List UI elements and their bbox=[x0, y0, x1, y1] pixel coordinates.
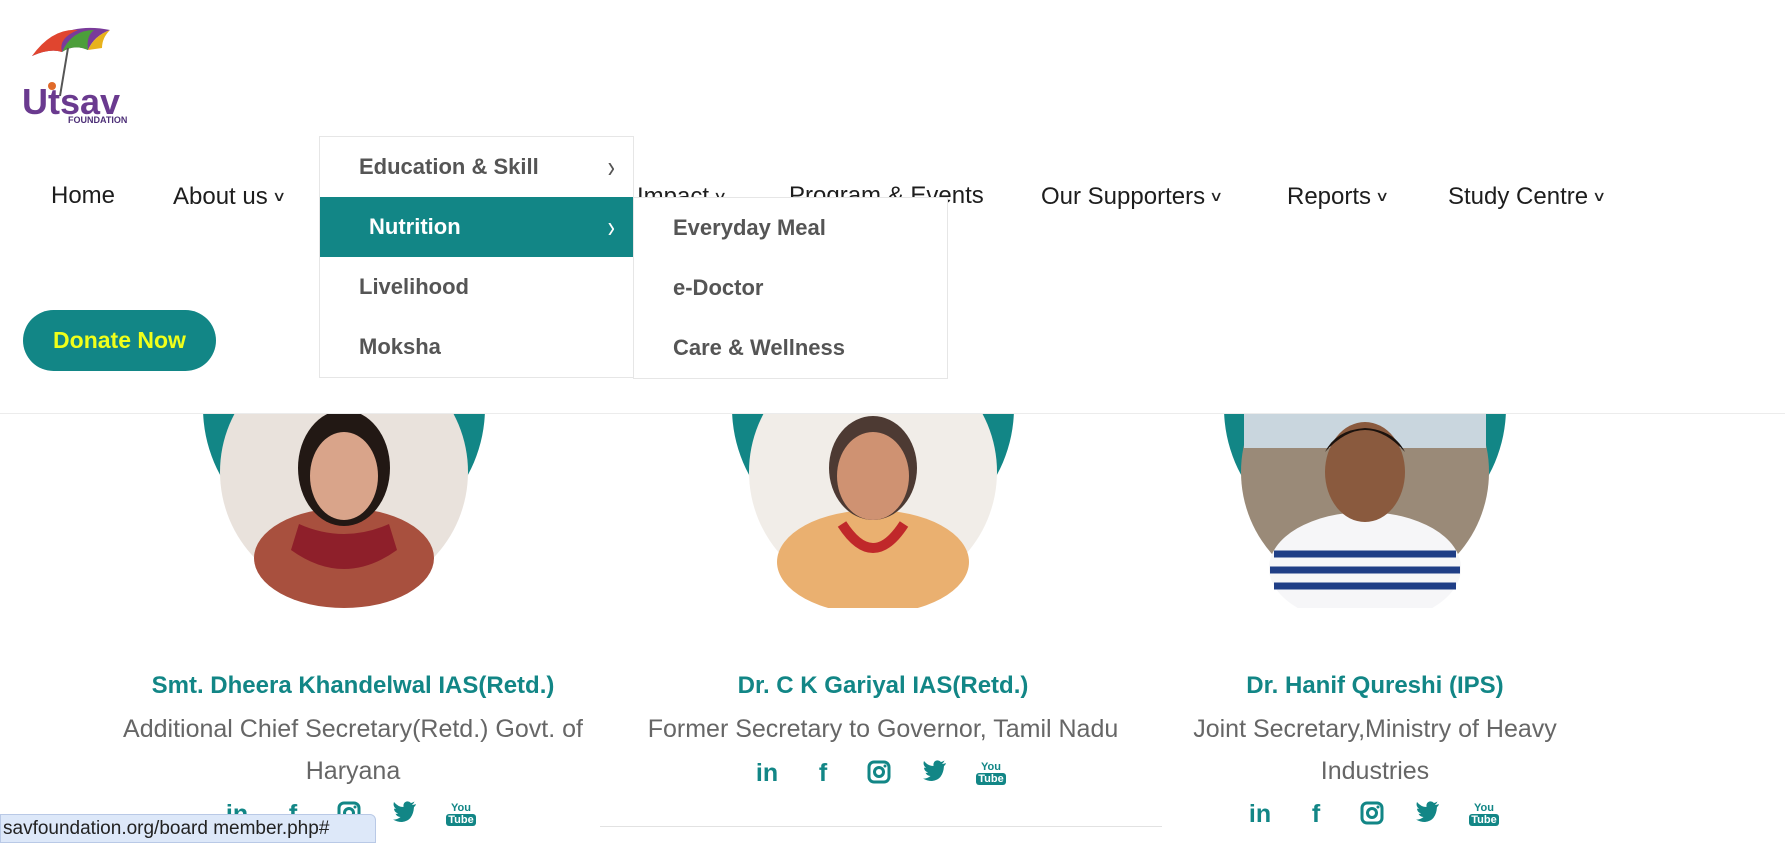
youtube-icon-text: You bbox=[1474, 802, 1494, 814]
nav-our-supporters[interactable]: Our Supporters ∨ bbox=[1041, 175, 1224, 218]
menu-item-label: Nutrition bbox=[369, 214, 461, 239]
donate-now-button[interactable]: Donate Now bbox=[23, 310, 216, 371]
section-divider bbox=[600, 826, 1162, 827]
facebook-icon[interactable]: f bbox=[1301, 799, 1331, 829]
member-role-line: Joint Secretary,Ministry of Heavy bbox=[1193, 715, 1557, 743]
facebook-icon[interactable]: f bbox=[808, 758, 838, 788]
submenu-item-care-wellness[interactable]: Care & Wellness bbox=[634, 318, 947, 378]
member-name: Dr. C K Gariyal IAS(Retd.) bbox=[737, 672, 1029, 699]
twitter-icon[interactable] bbox=[1413, 799, 1443, 829]
youtube-icon-text: Tube bbox=[976, 773, 1006, 785]
youtube-icon-text: Tube bbox=[1469, 814, 1499, 826]
nav-about-label: About us bbox=[173, 183, 268, 210]
instagram-icon[interactable] bbox=[1357, 799, 1387, 829]
member-social-links: in f YouTube bbox=[752, 758, 1022, 788]
member-photo-frame bbox=[1224, 414, 1506, 608]
member-role: Additional Chief Secretary(Retd.) Govt. … bbox=[100, 708, 606, 792]
nav-study-label: Study Centre bbox=[1448, 183, 1589, 210]
member-role: Joint Secretary,Ministry of Heavy Indust… bbox=[1142, 708, 1608, 792]
member-role: Former Secretary to Governor, Tamil Nadu bbox=[620, 708, 1146, 750]
nav-reports[interactable]: Reports ∨ bbox=[1287, 175, 1390, 218]
menu-item-label: Education & Skill bbox=[359, 154, 539, 179]
nav-supporters-label: Our Supporters bbox=[1041, 183, 1206, 210]
submenu-item-everyday-meal[interactable]: Everyday Meal bbox=[634, 198, 947, 258]
menu-item-education-skill[interactable]: Education & Skill › bbox=[320, 137, 633, 197]
youtube-icon-text: You bbox=[451, 802, 471, 814]
member-role-line: Former Secretary to Governor, Tamil Nadu bbox=[647, 715, 1119, 743]
youtube-icon-text: You bbox=[981, 761, 1001, 773]
nav-about-us[interactable]: About us ∨ bbox=[173, 175, 287, 218]
twitter-icon[interactable] bbox=[390, 799, 420, 829]
linkedin-icon[interactable]: in bbox=[1245, 799, 1275, 829]
nav-reports-label: Reports bbox=[1287, 183, 1372, 210]
member-name: Dr. Hanif Qureshi (IPS) bbox=[1246, 672, 1504, 699]
utsav-foundation-logo[interactable]: Utsav FOUNDATION bbox=[22, 22, 157, 126]
youtube-icon-text: Tube bbox=[446, 814, 476, 826]
member-role-line: Industries bbox=[1320, 757, 1430, 785]
chevron-down-icon: ∨ bbox=[271, 188, 287, 204]
nav-study-centre[interactable]: Study Centre ∨ bbox=[1448, 175, 1607, 218]
board-members-section: Smt. Dheera Khandelwal IAS(Retd.) Additi… bbox=[0, 414, 1785, 843]
menu-item-livelihood[interactable]: Livelihood bbox=[320, 257, 633, 317]
twitter-icon[interactable] bbox=[920, 758, 950, 788]
impact-dropdown-menu: Education & Skill › Nutrition › Liveliho… bbox=[319, 136, 634, 378]
nav-home[interactable]: Home bbox=[51, 175, 115, 217]
chevron-down-icon: ∨ bbox=[1209, 188, 1224, 204]
menu-item-moksha[interactable]: Moksha bbox=[320, 317, 633, 377]
member-photo-frame bbox=[203, 414, 485, 608]
member-name: Smt. Dheera Khandelwal IAS(Retd.) bbox=[151, 672, 555, 699]
menu-item-nutrition[interactable]: Nutrition › bbox=[320, 197, 633, 257]
logo-subtext: FOUNDATION bbox=[68, 115, 127, 125]
linkedin-icon[interactable]: in bbox=[752, 758, 782, 788]
nav-home-label: Home bbox=[51, 182, 116, 209]
youtube-icon[interactable]: You Tube bbox=[446, 799, 476, 829]
menu-item-label: Livelihood bbox=[359, 274, 469, 299]
youtube-icon[interactable]: You Tube bbox=[1469, 799, 1499, 829]
submenu-item-e-doctor[interactable]: e-Doctor bbox=[634, 258, 947, 318]
member-role-line: Additional Chief Secretary(Retd.) Govt. … bbox=[123, 715, 583, 743]
chevron-down-icon: ∨ bbox=[1374, 188, 1390, 204]
chevron-down-icon: ∨ bbox=[1592, 188, 1607, 204]
menu-item-label: Moksha bbox=[359, 334, 441, 359]
member-role-line: Haryana bbox=[305, 757, 401, 785]
browser-status-url: savfoundation.org/board member.php# bbox=[0, 814, 376, 843]
member-social-links: in f YouTube bbox=[1245, 799, 1515, 829]
nutrition-submenu: Everyday Meal e-Doctor Care & Wellness bbox=[633, 197, 948, 379]
member-photo-frame bbox=[732, 414, 1014, 608]
youtube-icon[interactable]: You Tube bbox=[976, 758, 1006, 788]
instagram-icon[interactable] bbox=[864, 758, 894, 788]
